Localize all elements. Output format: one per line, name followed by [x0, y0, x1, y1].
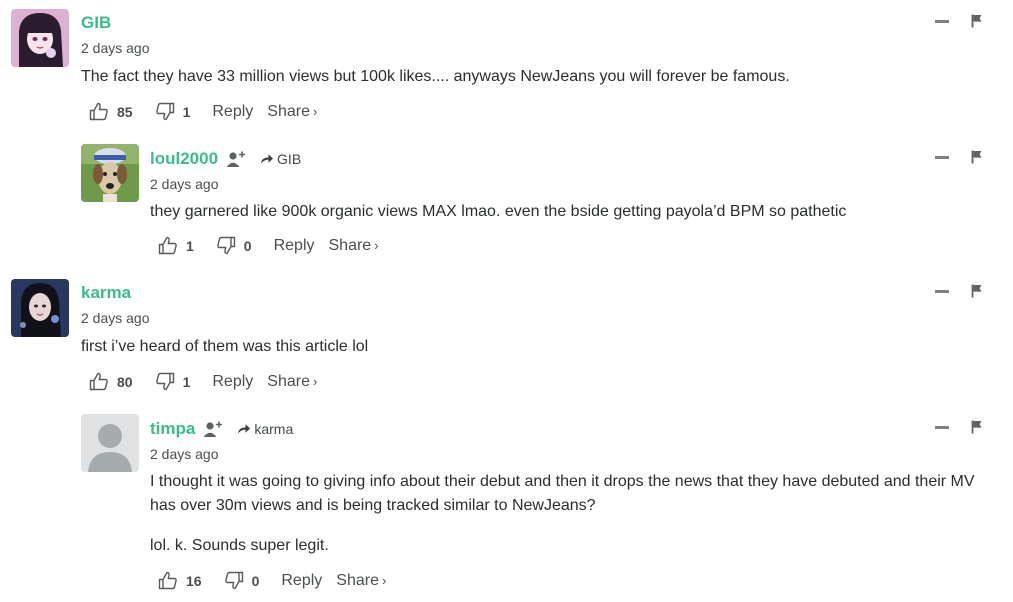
comment-body: I thought it was going to giving info ab…: [150, 470, 1000, 574]
comment-body: first i’ve heard of them was this articl…: [81, 335, 981, 375]
reply-arrow-icon: [238, 424, 251, 434]
thumbs-down-icon: [155, 102, 174, 121]
thumbs-down-icon: [217, 236, 235, 255]
share-button[interactable]: Share ›: [336, 572, 386, 590]
reply-to[interactable]: karma: [237, 421, 293, 437]
thumbs-up-icon: [158, 571, 177, 590]
comment-header: karma: [81, 283, 131, 303]
thumbs-up-icon: [89, 372, 108, 391]
flag-icon[interactable]: [971, 284, 983, 298]
comment-footer: 85 1 Reply Share ›: [89, 102, 317, 121]
comment-header: loul2000 GIB: [150, 149, 301, 169]
share-button[interactable]: Share ›: [267, 103, 317, 121]
reply-arrow-icon: [261, 154, 274, 164]
avatar[interactable]: [81, 414, 139, 472]
reply-button[interactable]: Reply: [212, 373, 253, 391]
avatar[interactable]: [81, 144, 139, 202]
upvote-count: 16: [186, 572, 202, 589]
downvote-count: 1: [182, 373, 191, 390]
collapse-icon[interactable]: [935, 155, 949, 159]
reply-button[interactable]: Reply: [274, 237, 315, 255]
flag-icon[interactable]: [971, 420, 983, 434]
follow-user-icon[interactable]: [203, 420, 223, 438]
thumbs-up-icon: [89, 102, 108, 121]
comment-header: GIB: [81, 13, 111, 33]
author-name[interactable]: timpa: [150, 419, 195, 439]
downvote-button[interactable]: 1: [155, 372, 191, 391]
downvote-count: 0: [251, 572, 260, 589]
comment-footer: 1 0 Reply Share ›: [158, 236, 379, 255]
comment-text: first i’ve heard of them was this articl…: [81, 338, 369, 355]
downvote-button[interactable]: 1: [155, 102, 191, 121]
comment-footer: 80 1 Reply Share ›: [89, 372, 317, 391]
upvote-button[interactable]: 85: [89, 102, 133, 121]
comment-text: The fact they have 33 million views but …: [81, 68, 790, 85]
downvote-button[interactable]: 0: [224, 571, 260, 590]
share-button[interactable]: Share ›: [329, 237, 379, 255]
chevron-right-icon: ›: [312, 103, 318, 119]
comment-footer: 16 0 Reply Share ›: [158, 571, 386, 590]
avatar[interactable]: [11, 9, 69, 67]
thumbs-up-icon: [158, 236, 177, 255]
comment-body: The fact they have 33 million views but …: [81, 65, 981, 105]
upvote-count: 1: [186, 237, 194, 254]
chevron-right-icon: ›: [381, 572, 387, 588]
reply-button[interactable]: Reply: [212, 103, 253, 121]
comment-controls: [935, 420, 983, 434]
comment-controls: [935, 14, 983, 28]
downvote-button[interactable]: 0: [216, 236, 252, 255]
avatar[interactable]: [11, 279, 69, 337]
share-button[interactable]: Share ›: [267, 373, 317, 391]
thumbs-down-icon: [224, 571, 243, 590]
collapse-icon[interactable]: [935, 19, 949, 23]
flag-icon[interactable]: [971, 14, 983, 28]
chevron-right-icon: ›: [312, 373, 318, 389]
comment-header: timpa karma: [150, 419, 293, 439]
upvote-count: 80: [117, 373, 133, 390]
share-label: Share: [328, 236, 372, 254]
comment-body: they garnered like 900k organic views MA…: [150, 200, 1000, 240]
downvote-count: 0: [243, 237, 252, 254]
upvote-button[interactable]: 1: [158, 236, 194, 255]
timestamp[interactable]: 2 days ago: [150, 446, 219, 462]
reply-to-name: karma: [254, 421, 294, 437]
share-label: Share: [267, 102, 310, 120]
share-label: Share: [336, 571, 379, 589]
timestamp[interactable]: 2 days ago: [81, 40, 150, 56]
comment-text: I thought it was going to giving info ab…: [150, 473, 975, 514]
timestamp[interactable]: 2 days ago: [81, 310, 150, 326]
upvote-count: 85: [117, 103, 133, 120]
comment-text: they garnered like 900k organic views MA…: [150, 203, 847, 220]
collapse-icon[interactable]: [935, 425, 949, 429]
comment-controls: [935, 150, 983, 164]
flag-icon[interactable]: [971, 150, 983, 164]
collapse-icon[interactable]: [935, 289, 949, 293]
chevron-right-icon: ›: [374, 237, 379, 253]
author-name[interactable]: loul2000: [150, 149, 218, 169]
comment-text: lol. k. Sounds super legit.: [150, 537, 329, 554]
reply-to[interactable]: GIB: [260, 151, 301, 167]
upvote-button[interactable]: 16: [158, 571, 202, 590]
upvote-button[interactable]: 80: [89, 372, 133, 391]
reply-button[interactable]: Reply: [281, 572, 322, 590]
author-name[interactable]: karma: [81, 283, 131, 303]
follow-user-icon[interactable]: [226, 150, 246, 168]
author-name[interactable]: GIB: [81, 13, 111, 33]
timestamp[interactable]: 2 days ago: [150, 176, 219, 192]
share-label: Share: [267, 372, 310, 390]
thumbs-down-icon: [155, 372, 174, 391]
downvote-count: 1: [182, 103, 191, 120]
comment-controls: [935, 284, 983, 298]
reply-to-name: GIB: [277, 151, 302, 167]
